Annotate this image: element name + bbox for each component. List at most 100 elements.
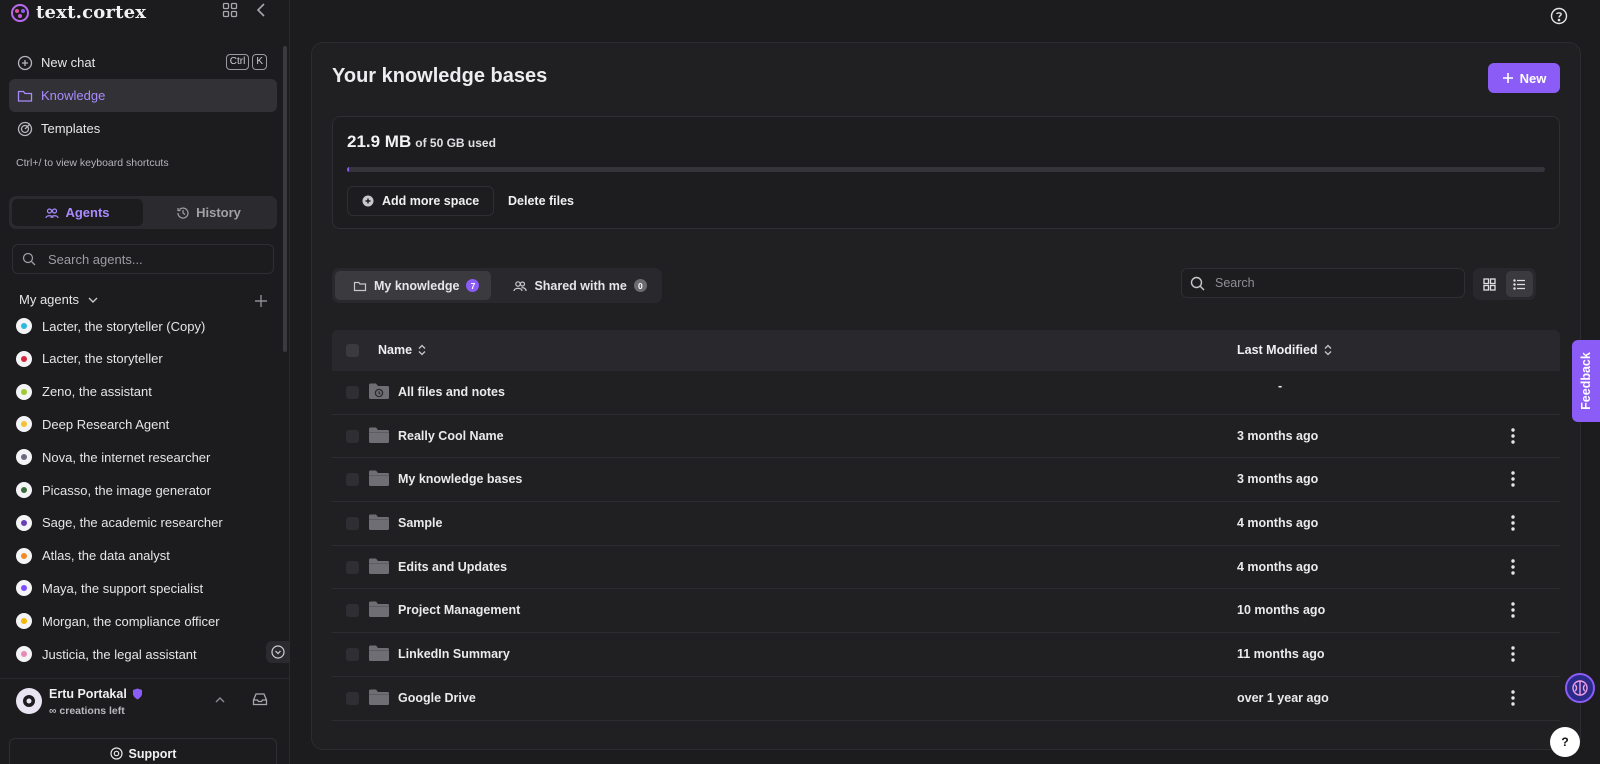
agent-item[interactable]: Zeno, the assistant xyxy=(16,383,152,400)
agent-item[interactable]: Atlas, the data analyst xyxy=(16,547,170,564)
agent-item[interactable]: Morgan, the compliance officer xyxy=(16,613,220,630)
table-row[interactable]: My knowledge bases 3 months ago xyxy=(332,458,1560,503)
agent-item[interactable]: Maya, the support specialist xyxy=(16,580,203,597)
inbox-icon[interactable] xyxy=(252,691,268,707)
apps-grid-icon[interactable] xyxy=(222,2,242,22)
select-all-checkbox[interactable] xyxy=(346,344,359,357)
knowledge-panel: Your knowledge bases New 21.9 MB of 50 G… xyxy=(311,42,1581,750)
my-agents-dropdown[interactable]: My agents xyxy=(19,292,99,307)
table-row[interactable]: LinkedIn Summary 11 months ago xyxy=(332,633,1560,677)
agent-item[interactable]: Picasso, the image generator xyxy=(16,482,211,498)
support-label: Support xyxy=(128,746,177,761)
agent-item[interactable]: Deep Research Agent xyxy=(16,416,170,433)
tab-shared-with-me[interactable]: Shared with me 0 xyxy=(495,271,658,300)
new-knowledge-button[interactable]: New xyxy=(1488,63,1560,93)
more-options-icon[interactable] xyxy=(1508,601,1518,619)
tab-agents[interactable]: Agents xyxy=(12,199,143,226)
row-name[interactable]: My knowledge bases xyxy=(398,472,522,486)
agent-name: Sage, the academic researcher xyxy=(42,515,223,531)
more-options-icon[interactable] xyxy=(1508,470,1518,488)
agent-item[interactable]: Lacter, the storyteller (Copy) xyxy=(16,318,205,334)
add-agent-icon[interactable] xyxy=(254,294,268,308)
plus-circle-icon xyxy=(362,195,374,207)
more-options-icon[interactable] xyxy=(1508,645,1518,663)
tab-history-label: History xyxy=(196,205,241,220)
agent-item[interactable]: Justicia, the legal assistant xyxy=(16,646,197,662)
feedback-tab[interactable]: Feedback xyxy=(1572,340,1600,422)
column-modified-header[interactable]: Last Modified xyxy=(1237,343,1333,357)
page-title: Your knowledge bases xyxy=(332,65,548,87)
row-checkbox[interactable] xyxy=(346,691,359,705)
row-checkbox[interactable] xyxy=(346,648,359,662)
row-last-modified: 3 months ago xyxy=(1237,428,1319,443)
more-options-icon[interactable] xyxy=(1508,689,1518,707)
add-space-button[interactable]: Add more space xyxy=(347,186,495,216)
row-checkbox[interactable] xyxy=(346,429,359,443)
assistant-launcher[interactable] xyxy=(1565,673,1595,703)
row-checkbox[interactable] xyxy=(346,560,359,574)
row-name[interactable]: Sample xyxy=(398,516,442,530)
column-name-header[interactable]: Name xyxy=(378,343,427,357)
folder-icon xyxy=(368,557,390,575)
column-name-label: Name xyxy=(378,343,413,357)
tab-history[interactable]: History xyxy=(143,199,274,226)
row-name[interactable]: LinkedIn Summary xyxy=(398,647,510,661)
table-row[interactable]: Project Management 10 months ago xyxy=(332,589,1560,634)
row-name[interactable]: Project Management xyxy=(398,603,520,617)
sidebar-scrollbar[interactable] xyxy=(283,46,287,352)
table-row[interactable]: Google Drive over 1 year ago xyxy=(332,677,1560,721)
row-last-modified: over 1 year ago xyxy=(1237,690,1329,705)
row-checkbox[interactable] xyxy=(346,386,359,399)
table-row[interactable]: Edits and Updates 4 months ago xyxy=(332,546,1560,590)
storage-used-value: 21.9 MB xyxy=(347,132,412,151)
row-name[interactable]: Google Drive xyxy=(398,691,476,705)
help-icon[interactable] xyxy=(1550,7,1568,25)
agent-avatar-icon xyxy=(16,482,32,498)
list-icon xyxy=(1513,278,1526,291)
row-checkbox[interactable] xyxy=(346,604,359,618)
row-name[interactable]: Really Cool Name xyxy=(398,429,504,443)
user-profile[interactable]: Ertu Portakal ∞ creations left xyxy=(0,678,290,728)
my-agents-label: My agents xyxy=(19,292,79,307)
knowledge-search-input[interactable]: Search xyxy=(1181,268,1465,298)
collapse-sidebar-icon[interactable] xyxy=(254,2,274,22)
table-row[interactable]: Really Cool Name 3 months ago xyxy=(332,415,1560,459)
support-button[interactable]: Support xyxy=(9,738,277,764)
delete-files-button[interactable]: Delete files xyxy=(508,186,574,216)
brain-logo-icon xyxy=(11,3,29,22)
sidebar-item-knowledge[interactable]: Knowledge xyxy=(9,79,277,112)
folder-icon xyxy=(353,279,367,293)
agent-avatar-icon xyxy=(16,613,32,630)
agent-name: Deep Research Agent xyxy=(42,416,170,432)
row-checkbox[interactable] xyxy=(346,517,359,531)
table-row[interactable]: Sample 4 months ago xyxy=(332,502,1560,546)
agent-search-input[interactable]: Search agents... xyxy=(12,244,274,274)
agent-item[interactable]: Nova, the internet researcher xyxy=(16,449,210,466)
more-options-icon[interactable] xyxy=(1508,514,1518,532)
row-name[interactable]: All files and notes xyxy=(398,385,505,399)
tab-my-knowledge[interactable]: My knowledge 7 xyxy=(335,271,492,300)
add-space-label: Add more space xyxy=(382,194,480,208)
row-checkbox[interactable] xyxy=(346,473,359,487)
table-row[interactable]: All files and notes - xyxy=(332,371,1560,415)
folder-icon xyxy=(368,513,390,531)
row-last-modified: 11 months ago xyxy=(1237,647,1325,662)
agent-item[interactable]: Lacter, the storyteller xyxy=(16,350,163,367)
grid-view-button[interactable] xyxy=(1476,271,1503,297)
new-chat-button[interactable]: New chat Ctrl K xyxy=(9,46,277,79)
sidebar-item-templates[interactable]: Templates xyxy=(9,112,277,145)
agents-icon xyxy=(45,206,60,220)
view-toggle xyxy=(1473,268,1536,300)
chevron-up-icon[interactable] xyxy=(213,693,227,707)
agent-item[interactable]: Sage, the academic researcher xyxy=(16,514,223,531)
avatar xyxy=(16,688,42,714)
row-name[interactable]: Edits and Updates xyxy=(398,560,507,574)
more-options-icon[interactable] xyxy=(1508,558,1518,576)
agent-avatar-icon xyxy=(16,449,32,466)
shared-count-badge: 0 xyxy=(633,279,647,292)
more-options-icon[interactable] xyxy=(1508,427,1518,445)
logo[interactable]: text.cortex xyxy=(10,2,146,23)
scroll-down-button[interactable] xyxy=(266,641,290,663)
help-chat-button[interactable]: ? xyxy=(1550,727,1580,757)
list-view-button[interactable] xyxy=(1506,271,1533,297)
